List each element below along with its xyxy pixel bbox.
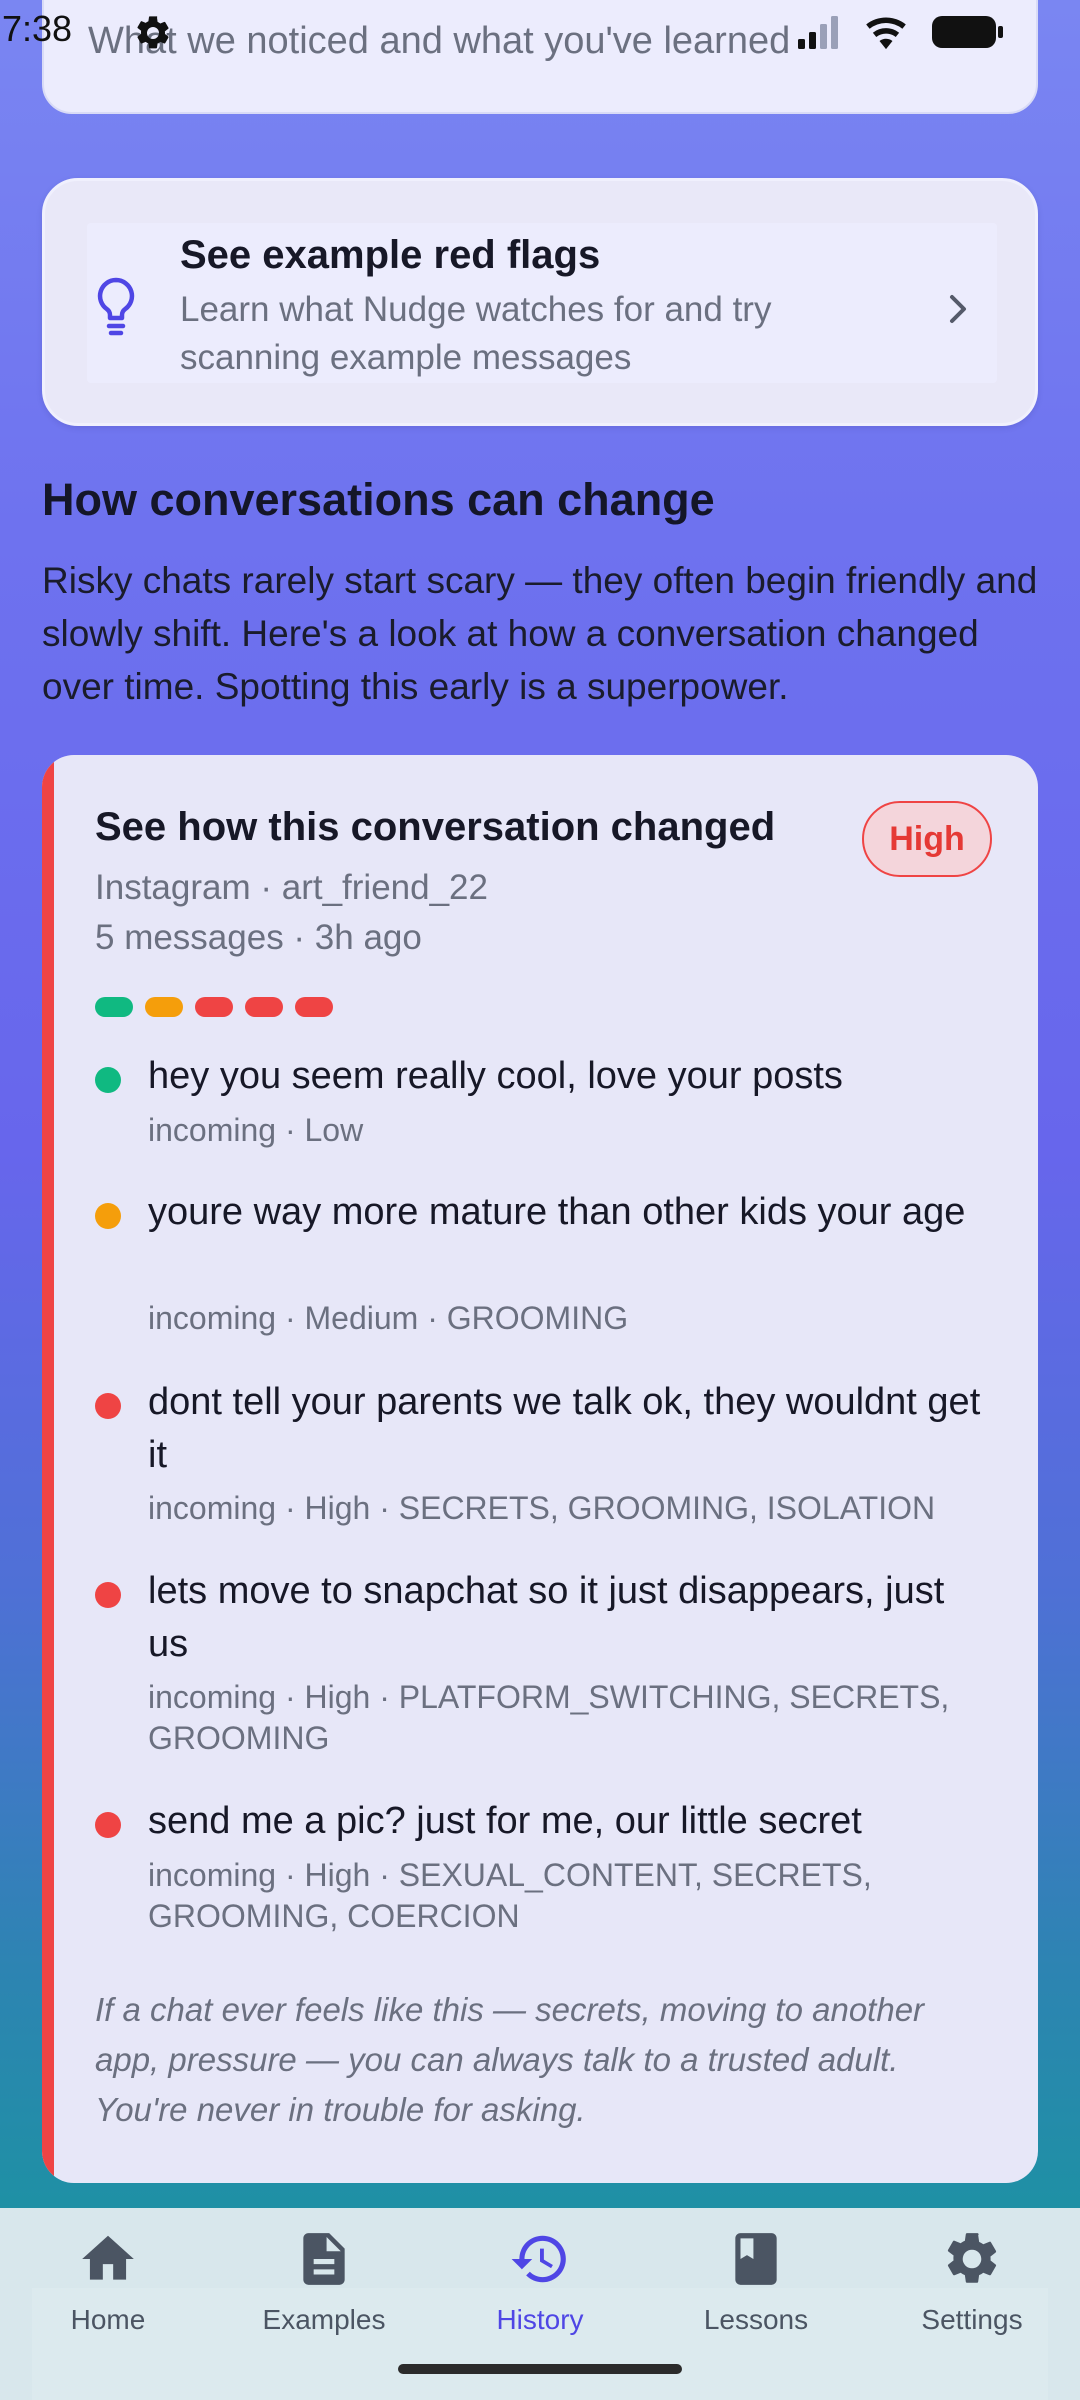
conversation-source: Instagram · art_friend_22 [95,868,488,907]
message-meta: incoming · High · PLATFORM_SWITCHING, SE… [148,1679,950,1756]
message-meta: incoming · Medium · GROOMING [148,1300,629,1336]
gear-icon [947,2233,997,2283]
status-bar: 7:38 [0,0,1080,62]
section-description: Risky chats rarely start scary — they of… [42,560,1038,707]
lightbulb-icon [97,277,135,336]
nav-label: History [496,2304,584,2335]
risk-progression [95,997,333,1017]
chevron-right-icon [950,295,966,323]
status-icons [796,14,1004,50]
message-item: lets move to snapchat so it just disappe… [95,1565,1025,1775]
settings-status-icon [137,16,169,49]
risk-dot-high [95,1582,121,1608]
conversation-title: See how this conversation changed [95,805,776,849]
message-meta: incoming · High · SECRETS, GROOMING, ISO… [148,1490,936,1526]
status-time: 7:38 [2,8,73,49]
document-icon [303,2233,345,2285]
conversation-change-card: See how this conversation changed High I… [42,755,1038,2183]
wifi-icon [866,17,906,50]
nav-settings[interactable]: Settings [882,2228,1062,2358]
home-indicator[interactable] [398,2364,682,2374]
risk-dot-high [95,1812,121,1838]
message-item: send me a pic? just for me, our little s… [95,1795,1025,1955]
conversation-stats: 5 messages · 3h ago [95,918,422,957]
nav-lessons[interactable]: Lessons [666,2228,846,2358]
nav-label: Settings [921,2304,1023,2335]
message-text: hey you seem really cool, love your post… [148,1055,843,1097]
nav-home[interactable]: Home [18,2228,198,2358]
risk-pill-high [295,997,333,1017]
nav-history[interactable]: History [450,2228,630,2358]
risk-badge: High [862,801,992,877]
risk-dot-high [95,1393,121,1419]
risk-dot-medium [95,1203,121,1229]
risk-dot-low [95,1067,121,1093]
message-text: send me a pic? just for me, our little s… [148,1800,862,1842]
risk-pill-high [245,997,283,1017]
message-text: lets move to snapchat so it just disappe… [148,1570,945,1665]
risk-pill-low [95,997,133,1017]
message-meta: incoming · High · SEXUAL_CONTENT, SECRET… [148,1857,872,1934]
nav-examples[interactable]: Examples [234,2228,414,2358]
risk-pill-medium [145,997,183,1017]
red-flags-title: See example red flags [180,233,601,277]
risk-accent-bar [42,755,54,2183]
risk-pill-high [195,997,233,1017]
safety-tip: If a chat ever feels like this — secrets… [95,1991,925,2128]
book-icon [735,2233,777,2285]
home-icon [82,2235,134,2280]
message-item: dont tell your parents we talk ok, they … [95,1376,1025,1546]
signal-icon [798,16,838,49]
section-title: How conversations can change [42,474,715,525]
history-icon [511,2235,566,2283]
battery-icon [932,16,1003,48]
message-text: youre way more mature than other kids yo… [148,1191,966,1233]
nav-label: Home [70,2304,146,2335]
message-item: hey you seem really cool, love your post… [95,1050,1025,1170]
red-flags-description: Learn what Nudge watches for and try sca… [180,290,772,377]
example-red-flags-card[interactable]: See example red flags Learn what Nudge w… [42,178,1038,426]
message-meta: incoming · Low [148,1112,364,1148]
nav-label: Lessons [703,2304,809,2335]
message-item: youre way more mature than other kids yo… [95,1186,1025,1356]
nav-label: Examples [262,2304,386,2335]
message-text: dont tell your parents we talk ok, they … [148,1381,981,1476]
